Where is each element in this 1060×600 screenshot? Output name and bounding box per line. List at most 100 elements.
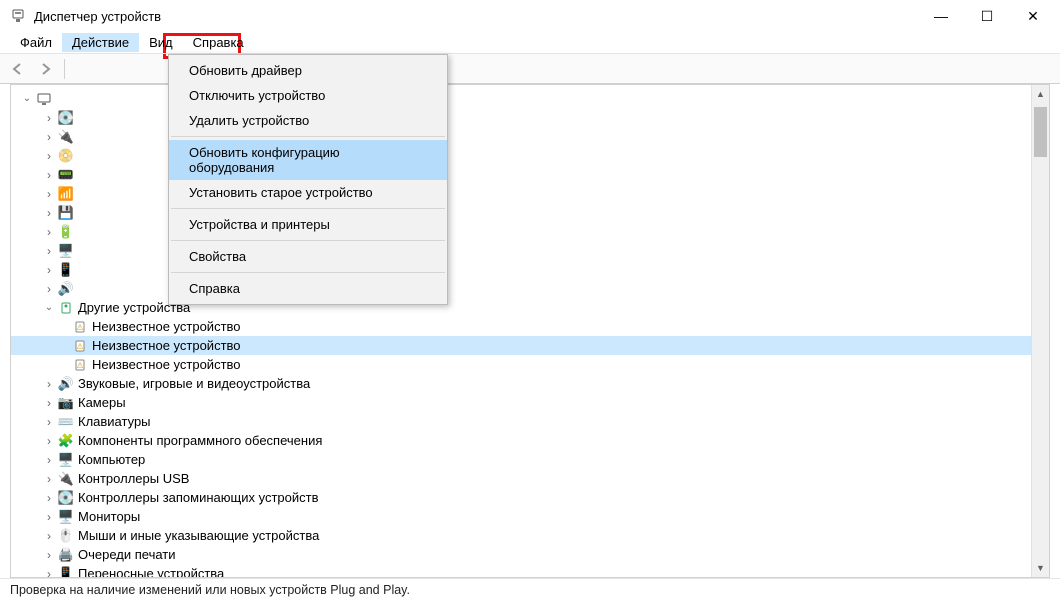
expander-icon[interactable] <box>41 225 57 239</box>
menu-file[interactable]: Файл <box>10 33 62 52</box>
expander-icon[interactable] <box>41 377 57 391</box>
tree-root[interactable] <box>11 89 1031 108</box>
device-tree[interactable]: 💽 🔌 📀 📟 📶 💾 🔋 🖥️ 📱 🔊 Другие устройства ⚠… <box>11 85 1031 577</box>
menu-separator <box>171 240 445 241</box>
menu-devices-printers[interactable]: Устройства и принтеры <box>169 212 447 237</box>
expander-icon[interactable] <box>41 282 57 296</box>
expander-icon[interactable] <box>41 187 57 201</box>
sound-icon: 🔊 <box>57 376 75 392</box>
status-bar: Проверка на наличие изменений или новых … <box>0 578 1060 600</box>
tree-monitors[interactable]: 🖥️Мониторы <box>11 507 1031 526</box>
tree-node[interactable]: 📀 <box>11 146 1031 165</box>
keyboard-icon: ⌨️ <box>57 414 75 430</box>
device-icon: 📱 <box>57 262 75 278</box>
window-title: Диспетчер устройств <box>34 9 918 24</box>
usb-icon: 🔌 <box>57 471 75 487</box>
tree-unknown-device-selected[interactable]: ⚠ Неизвестное устройство <box>11 336 1031 355</box>
expander-icon[interactable] <box>41 396 57 410</box>
tree-sound[interactable]: 🔊Звуковые, игровые и видеоустройства <box>11 374 1031 393</box>
tree-node[interactable]: 🖥️ <box>11 241 1031 260</box>
scroll-thumb[interactable] <box>1034 107 1047 157</box>
tree-node[interactable]: 🔊 <box>11 279 1031 298</box>
tree-node[interactable]: 🔋 <box>11 222 1031 241</box>
device-icon: 📟 <box>57 167 75 183</box>
menu-scan-hardware[interactable]: Обновить конфигурацию оборудования <box>169 140 447 180</box>
computer-icon: 🖥️ <box>57 452 75 468</box>
expander-icon[interactable] <box>41 206 57 220</box>
tree-storage[interactable]: 💽Контроллеры запоминающих устройств <box>11 488 1031 507</box>
menu-view[interactable]: Вид <box>139 33 183 52</box>
expander-icon[interactable] <box>41 567 57 578</box>
mouse-icon: 🖱️ <box>57 528 75 544</box>
minimize-button[interactable]: — <box>918 0 964 32</box>
device-icon: 💾 <box>57 205 75 221</box>
tree-node[interactable]: 🔌 <box>11 127 1031 146</box>
tree-node[interactable]: 💾 <box>11 203 1031 222</box>
node-label: Компьютер <box>78 452 145 467</box>
expander-icon[interactable] <box>41 111 57 125</box>
expander-icon[interactable] <box>41 130 57 144</box>
menu-disable-device[interactable]: Отключить устройство <box>169 83 447 108</box>
tree-software-components[interactable]: 🧩Компоненты программного обеспечения <box>11 431 1031 450</box>
expander-icon[interactable] <box>41 168 57 182</box>
maximize-button[interactable]: ☐ <box>964 0 1010 32</box>
tree-usb[interactable]: 🔌Контроллеры USB <box>11 469 1031 488</box>
expander-icon[interactable] <box>41 529 57 543</box>
expander-icon[interactable] <box>41 415 57 429</box>
toolbar <box>0 54 1060 84</box>
title-bar: Диспетчер устройств — ☐ ✕ <box>0 0 1060 32</box>
expander-icon[interactable] <box>41 302 57 313</box>
expander-icon[interactable] <box>41 453 57 467</box>
tree-mice[interactable]: 🖱️Мыши и иные указывающие устройства <box>11 526 1031 545</box>
unknown-device-icon: ⚠ <box>71 338 89 354</box>
scroll-down-button[interactable]: ▼ <box>1032 559 1049 577</box>
node-label: Очереди печати <box>78 547 176 562</box>
vertical-scrollbar[interactable]: ▲ ▼ <box>1031 85 1049 577</box>
tree-computer[interactable]: 🖥️Компьютер <box>11 450 1031 469</box>
node-label: Неизвестное устройство <box>92 319 241 334</box>
menu-properties[interactable]: Свойства <box>169 244 447 269</box>
expander-icon[interactable] <box>41 510 57 524</box>
expander-icon[interactable] <box>41 434 57 448</box>
menu-uninstall-device[interactable]: Удалить устройство <box>169 108 447 133</box>
svg-text:⚠: ⚠ <box>76 361 83 370</box>
expander-icon[interactable] <box>41 548 57 562</box>
device-icon: 📶 <box>57 186 75 202</box>
menu-help[interactable]: Справка <box>183 33 254 52</box>
tree-print-queues[interactable]: 🖨️Очереди печати <box>11 545 1031 564</box>
close-button[interactable]: ✕ <box>1010 0 1056 32</box>
menu-action[interactable]: Действие <box>62 33 139 52</box>
status-text: Проверка на наличие изменений или новых … <box>10 583 410 597</box>
tree-node[interactable]: 📟 <box>11 165 1031 184</box>
tree-portable[interactable]: 📱Переносные устройства <box>11 564 1031 577</box>
computer-icon <box>35 91 53 107</box>
expander-icon[interactable] <box>41 244 57 258</box>
printer-icon: 🖨️ <box>57 547 75 563</box>
tree-unknown-device[interactable]: ⚠ Неизвестное устройство <box>11 317 1031 336</box>
tree-cameras[interactable]: 📷Камеры <box>11 393 1031 412</box>
menu-dropdown-help[interactable]: Справка <box>169 276 447 301</box>
expander-icon[interactable] <box>41 263 57 277</box>
expander-icon[interactable] <box>41 472 57 486</box>
tree-node[interactable]: 💽 <box>11 108 1031 127</box>
other-devices-icon <box>57 300 75 316</box>
node-label: Компоненты программного обеспечения <box>78 433 322 448</box>
menu-add-legacy[interactable]: Установить старое устройство <box>169 180 447 205</box>
node-label: Клавиатуры <box>78 414 151 429</box>
menu-update-driver[interactable]: Обновить драйвер <box>169 58 447 83</box>
node-label: Контроллеры USB <box>78 471 189 486</box>
scroll-up-button[interactable]: ▲ <box>1032 85 1049 103</box>
expander-icon[interactable] <box>19 93 35 104</box>
expander-icon[interactable] <box>41 149 57 163</box>
node-label: Звуковые, игровые и видеоустройства <box>78 376 310 391</box>
tree-other-devices[interactable]: Другие устройства <box>11 298 1031 317</box>
tree-node[interactable]: 📱 <box>11 260 1031 279</box>
tree-node[interactable]: 📶 <box>11 184 1031 203</box>
expander-icon[interactable] <box>41 491 57 505</box>
tree-keyboards[interactable]: ⌨️Клавиатуры <box>11 412 1031 431</box>
forward-button[interactable] <box>34 57 58 81</box>
device-icon: 📀 <box>57 148 75 164</box>
tree-unknown-device[interactable]: ⚠ Неизвестное устройство <box>11 355 1031 374</box>
menu-bar: Файл Действие Вид Справка <box>0 32 1060 54</box>
back-button[interactable] <box>6 57 30 81</box>
